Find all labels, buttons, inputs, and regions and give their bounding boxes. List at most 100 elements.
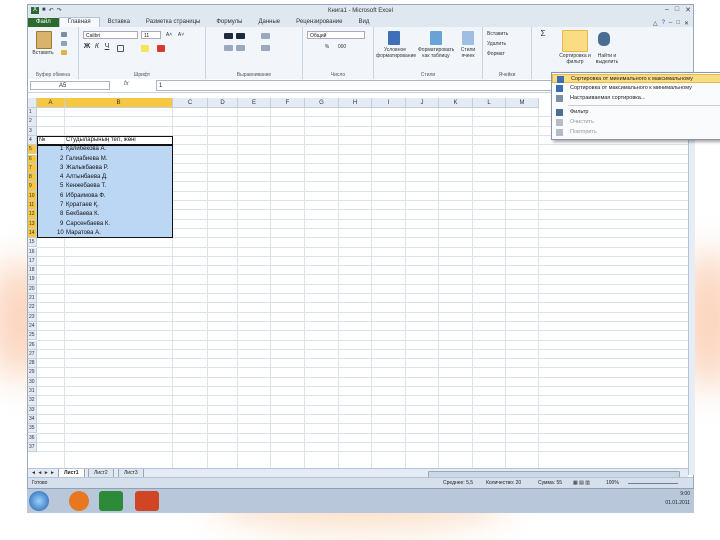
row-header-36[interactable]: 36 [28, 433, 37, 443]
help-icon[interactable]: ? [662, 20, 665, 27]
row-header-31[interactable]: 31 [28, 387, 37, 397]
cell-student-name[interactable]: Қалибекова А. [66, 145, 106, 154]
column-header-K[interactable]: K [439, 98, 473, 108]
menu-item-4[interactable]: Фильтр [552, 108, 720, 117]
row-header-26[interactable]: 26 [28, 340, 37, 350]
percent-button[interactable]: % [323, 44, 331, 50]
row-header-25[interactable]: 25 [28, 331, 37, 341]
row-header-3[interactable]: 3 [28, 126, 37, 136]
cell-student-number[interactable]: 10 [57, 229, 64, 238]
row-header-9[interactable]: 9 [28, 182, 37, 192]
borders-icon[interactable] [117, 45, 124, 52]
bold-button[interactable]: Ж [83, 43, 91, 50]
paste-icon[interactable] [36, 31, 52, 49]
row-header-13[interactable]: 13 [28, 219, 37, 229]
maximize-button[interactable]: □ [675, 6, 679, 14]
row-header-15[interactable]: 15 [28, 238, 37, 248]
format-cells-button[interactable]: Формат [487, 51, 527, 57]
row-header-8[interactable]: 8 [28, 173, 37, 183]
thousands-button[interactable]: 000 [335, 44, 349, 50]
cell-header-name[interactable]: Студыларының тегі, жөні [66, 136, 136, 145]
doc-minimize-button[interactable]: – [669, 20, 672, 27]
autosum-button[interactable]: Σ [538, 30, 548, 38]
cell-styles-button[interactable]: Стили ячеек [456, 47, 480, 59]
cell-student-number[interactable]: 3 [60, 164, 63, 173]
sheet-nav-icon[interactable]: ◄ ◄ ► ► [31, 470, 55, 476]
start-button-icon[interactable] [29, 491, 49, 511]
tab-data[interactable]: Данные [250, 18, 288, 27]
row-header-21[interactable]: 21 [28, 294, 37, 304]
tab-formulas[interactable]: Формулы [208, 18, 250, 27]
cell-student-number[interactable]: 1 [60, 145, 63, 154]
row-header-12[interactable]: 12 [28, 210, 37, 220]
column-header-D[interactable]: D [208, 98, 238, 108]
browser-taskbar-icon[interactable] [69, 491, 89, 511]
row-header-29[interactable]: 29 [28, 368, 37, 378]
copy-icon[interactable] [61, 41, 67, 46]
tab-file[interactable]: Файл [28, 18, 59, 27]
vertical-scrollbar[interactable] [688, 98, 695, 475]
column-header-L[interactable]: L [473, 98, 506, 108]
align-top-icon[interactable] [224, 33, 233, 39]
column-header-J[interactable]: J [406, 98, 439, 108]
fill-color-icon[interactable] [141, 45, 149, 52]
row-header-27[interactable]: 27 [28, 349, 37, 360]
cell-student-name[interactable]: Ибраимова Ф. [66, 192, 106, 201]
row-header-34[interactable]: 34 [28, 414, 37, 425]
row-header-32[interactable]: 32 [28, 396, 37, 406]
excel-taskbar-icon[interactable] [99, 491, 123, 511]
row-header-18[interactable]: 18 [28, 266, 37, 276]
align-middle-icon[interactable] [236, 33, 245, 39]
name-box[interactable]: A5 [30, 81, 110, 90]
format-as-table-icon[interactable] [430, 31, 442, 45]
column-header-H[interactable]: H [339, 98, 372, 108]
row-header-14[interactable]: 14 [28, 228, 37, 239]
row-header-11[interactable]: 11 [28, 201, 37, 211]
cell-student-name[interactable]: Маратова А. [66, 229, 101, 238]
row-header-24[interactable]: 24 [28, 321, 37, 332]
conditional-format-button[interactable]: Условное форматирование [376, 47, 416, 59]
row-header-6[interactable]: 6 [28, 154, 37, 164]
column-header-C[interactable]: C [173, 98, 208, 108]
font-name-select[interactable]: Calibri [83, 31, 138, 39]
cell-student-name[interactable]: Алтынбаева Д. [66, 173, 108, 182]
menu-item-3[interactable]: Настраиваемая сортировка... [552, 94, 720, 103]
row-header-17[interactable]: 17 [28, 256, 37, 267]
cell-student-name[interactable]: Бекбаева К. [66, 210, 99, 219]
row-header-1[interactable]: 1 [28, 108, 37, 118]
row-header-33[interactable]: 33 [28, 405, 37, 415]
cell-student-number[interactable]: 5 [60, 182, 63, 191]
number-format-select[interactable]: Общий [307, 31, 365, 39]
shrink-font-button[interactable]: A˅ [176, 32, 186, 38]
find-select-button[interactable]: Найти и выделить [592, 53, 622, 65]
row-header-20[interactable]: 20 [28, 284, 37, 294]
tab-insert[interactable]: Вставка [100, 18, 138, 27]
tab-page-layout[interactable]: Разметка страницы [138, 18, 208, 27]
row-header-5[interactable]: 5 [28, 145, 37, 155]
column-header-E[interactable]: E [238, 98, 271, 108]
delete-cells-button[interactable]: Удалить [487, 41, 527, 47]
align-center-icon[interactable] [236, 45, 245, 51]
column-header-A[interactable]: A [37, 98, 65, 108]
cell-student-number[interactable]: 4 [60, 173, 63, 182]
zoom-slider[interactable] [628, 483, 678, 484]
row-header-23[interactable]: 23 [28, 312, 37, 322]
cell-student-number[interactable]: 2 [60, 155, 63, 164]
grow-font-button[interactable]: A˄ [164, 32, 174, 38]
row-header-35[interactable]: 35 [28, 424, 37, 434]
cell-student-number[interactable]: 7 [60, 201, 63, 210]
italic-button[interactable]: К [93, 43, 101, 50]
merge-icon[interactable] [261, 45, 270, 51]
ribbon-collapse-icon[interactable]: △ [653, 20, 658, 27]
find-select-icon[interactable] [598, 32, 610, 46]
underline-button[interactable]: Ч [103, 43, 111, 50]
tab-view[interactable]: Вид [351, 18, 378, 27]
cell-header-number[interactable]: № [39, 136, 45, 145]
cell-student-number[interactable]: 6 [60, 192, 63, 201]
font-size-select[interactable]: 11 [141, 31, 161, 39]
format-painter-icon[interactable] [61, 50, 67, 55]
column-header-I[interactable]: I [372, 98, 406, 108]
row-header-30[interactable]: 30 [28, 377, 37, 387]
tab-home[interactable]: Главная [58, 17, 100, 27]
cell-student-name[interactable]: Сарсенбаева К. [66, 220, 110, 229]
